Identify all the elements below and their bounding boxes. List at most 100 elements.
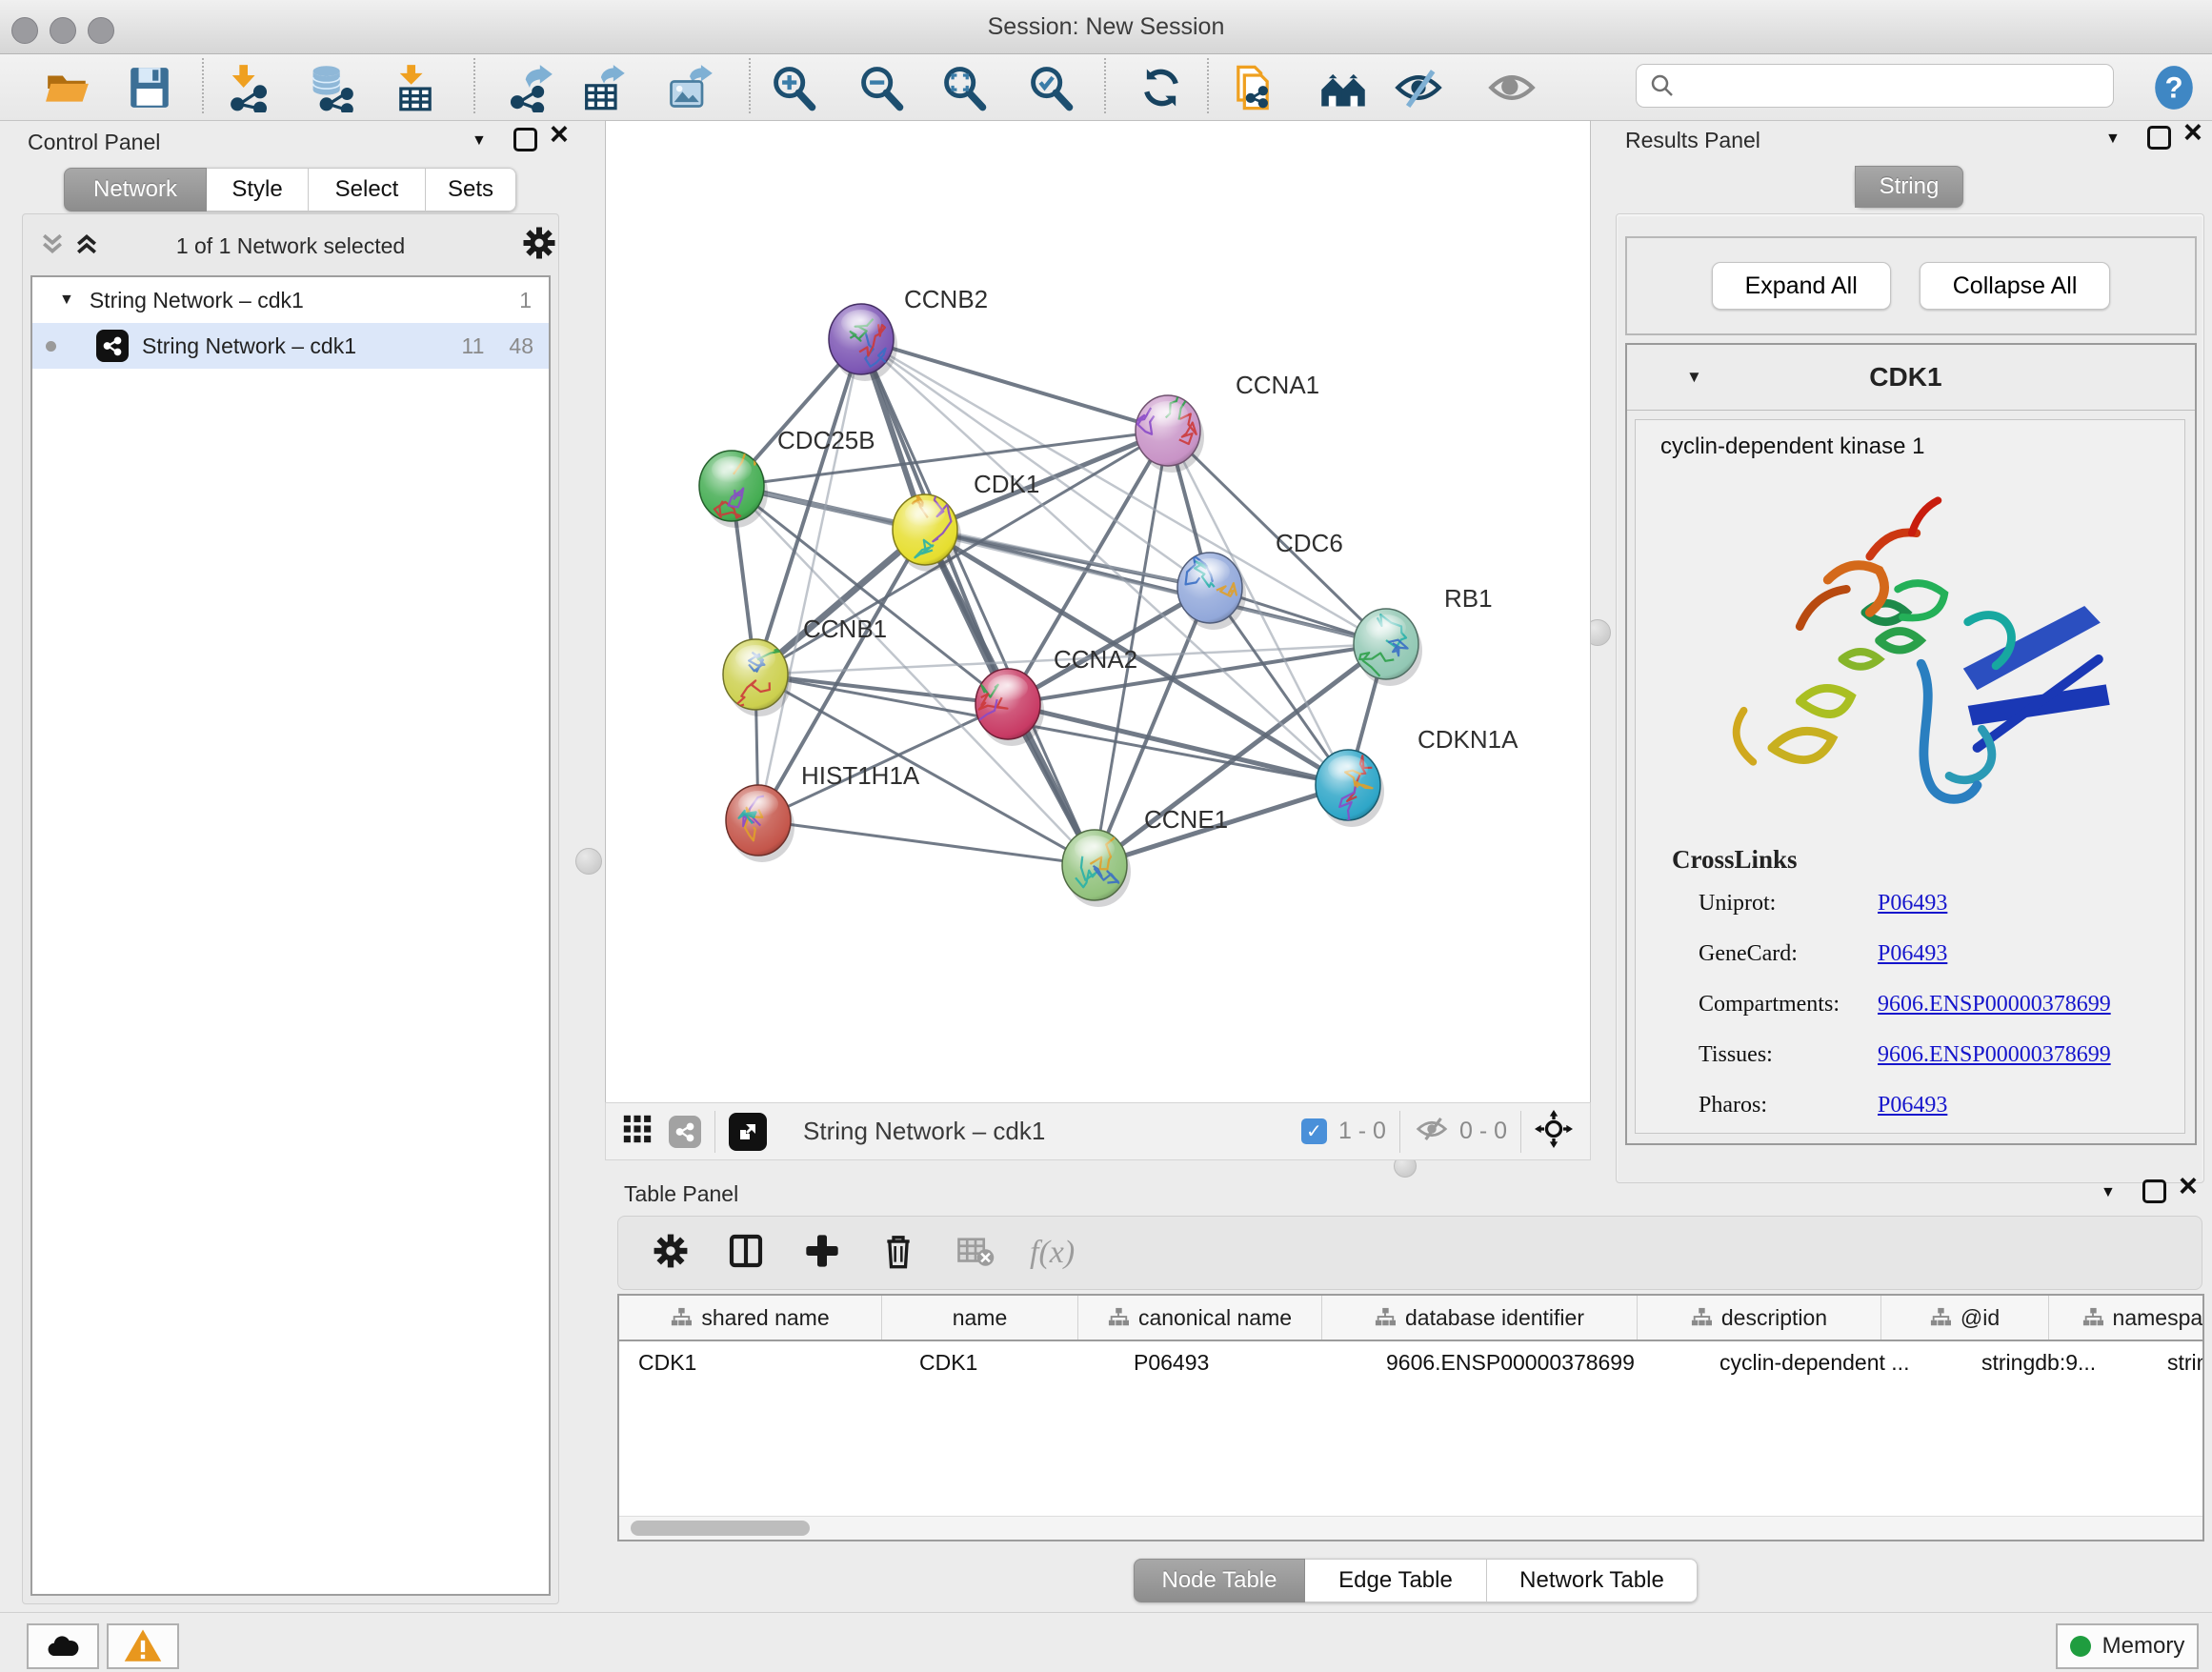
delete-column-trash-icon[interactable] <box>879 1232 917 1275</box>
protein-node-CCNA1: CCNA1 <box>1135 371 1319 473</box>
node-table[interactable]: shared name name canonical name database… <box>617 1294 2204 1541</box>
table-options-gear-icon[interactable] <box>653 1233 689 1274</box>
column-tree-icon <box>1930 1307 1951 1328</box>
warning-icon <box>123 1626 163 1666</box>
tab-style[interactable]: Style <box>207 168 309 212</box>
title-bar: Session: New Session <box>0 0 2212 54</box>
tab-select[interactable]: Select <box>309 168 426 212</box>
import-table-file-icon[interactable] <box>390 62 441 113</box>
column-tree-icon <box>671 1307 692 1328</box>
network-options-gear-icon[interactable] <box>522 226 556 265</box>
svg-text:CCNB2: CCNB2 <box>904 285 988 313</box>
memory-button[interactable]: Memory <box>2056 1623 2199 1669</box>
column-tree-icon <box>2082 1307 2103 1328</box>
tab-sets[interactable]: Sets <box>426 168 516 212</box>
selected-checkbox-icon[interactable]: ✓ <box>1301 1118 1327 1144</box>
network-collection-row[interactable]: ▼ String Network – cdk1 1 <box>32 277 549 323</box>
tab-node-table[interactable]: Node Table <box>1134 1559 1305 1602</box>
control-panel-float-icon[interactable] <box>513 128 537 151</box>
control-panel-close-icon[interactable]: × <box>550 124 569 145</box>
zoom-fit-icon[interactable] <box>938 62 990 113</box>
export-network-icon[interactable] <box>504 62 555 113</box>
svg-text:CCNB1: CCNB1 <box>803 614 887 643</box>
column-header[interactable]: namespace <box>2049 1296 2204 1340</box>
crosslink-link[interactable]: 9606.ENSP00000378699 <box>1878 1042 2111 1068</box>
node-result-header[interactable]: ▼ CDK1 <box>1627 345 2195 411</box>
section-collapse-icon[interactable]: ▼ <box>1686 368 1702 387</box>
toolbar-separator <box>202 58 204 113</box>
string-network-graph[interactable]: CCNB2CCNA1CDC25BCDK1CDC6RB1CCNB1CCNA2CDK… <box>606 121 1590 1103</box>
crosslink-link[interactable]: P06493 <box>1878 941 1947 967</box>
node-position-crosshair-icon[interactable] <box>1535 1110 1573 1153</box>
table-panel-menu-icon[interactable]: ▼ <box>2101 1185 2116 1200</box>
column-tree-icon <box>1691 1307 1712 1328</box>
table-panel-close-icon[interactable]: × <box>2179 1176 2198 1197</box>
grid-view-icon[interactable] <box>621 1113 654 1150</box>
table-panel-float-icon[interactable] <box>2142 1179 2166 1203</box>
crosslink-link[interactable]: P06493 <box>1878 1093 1947 1118</box>
window-title: Session: New Session <box>0 13 2212 41</box>
collapse-all-button[interactable]: Collapse All <box>1920 262 2111 310</box>
results-panel-close-icon[interactable]: × <box>2183 122 2202 143</box>
tab-network-table[interactable]: Network Table <box>1487 1559 1698 1602</box>
tab-network[interactable]: Network <box>64 168 207 212</box>
column-header[interactable]: database identifier <box>1322 1296 1638 1340</box>
zoom-selected-icon[interactable] <box>1025 62 1076 113</box>
zoom-in-icon[interactable] <box>768 62 819 113</box>
warnings-button[interactable] <box>107 1623 179 1669</box>
show-columns-icon[interactable] <box>727 1232 765 1275</box>
table-row[interactable]: CDK1 CDK1 P06493 9606.ENSP00000378699 cy… <box>619 1341 2202 1383</box>
svg-text:CDC25B: CDC25B <box>777 426 875 454</box>
export-table-icon[interactable] <box>577 62 629 113</box>
protein-node-CCNE1: CCNE1 <box>1062 805 1228 907</box>
search-field[interactable] <box>1636 64 2114 108</box>
network-row-selected[interactable]: String Network – cdk1 11 48 <box>32 323 549 369</box>
hide-selected-eye-icon[interactable] <box>1393 62 1444 113</box>
network-canvas[interactable]: CCNB2CCNA1CDC25BCDK1CDC6RB1CCNB1CCNA2CDK… <box>605 120 1591 1104</box>
import-network-database-icon[interactable] <box>305 62 356 113</box>
first-neighbors-icon[interactable] <box>1317 62 1369 113</box>
column-header[interactable]: name <box>882 1296 1078 1340</box>
help-icon[interactable]: ? <box>2148 62 2200 113</box>
scrollbar-thumb[interactable] <box>631 1521 810 1536</box>
search-input[interactable] <box>1682 68 2113 104</box>
tab-string[interactable]: String <box>1855 166 1963 208</box>
svg-text:CDKN1A: CDKN1A <box>1418 725 1518 754</box>
zoom-out-icon[interactable] <box>855 62 907 113</box>
table-toolbar: f(x) <box>617 1216 2202 1290</box>
collection-expand-icon[interactable]: ▼ <box>59 292 74 309</box>
column-header[interactable]: description <box>1638 1296 1881 1340</box>
open-session-icon[interactable] <box>42 62 93 113</box>
hidden-eye-icon[interactable] <box>1414 1111 1450 1152</box>
main-toolbar: ? <box>0 54 2212 121</box>
crosslink-label: Pharos: <box>1699 1093 1767 1118</box>
control-panel-menu-icon[interactable]: ▼ <box>472 133 487 149</box>
expand-all-button[interactable]: Expand All <box>1712 262 1891 310</box>
cloud-status-button[interactable] <box>27 1623 99 1669</box>
birdseye-view-icon[interactable] <box>729 1113 767 1151</box>
function-builder-icon[interactable]: f(x) <box>1030 1235 1075 1271</box>
table-type-tabs: Node Table Edge Table Network Table <box>1134 1559 1698 1602</box>
column-header[interactable]: canonical name <box>1078 1296 1322 1340</box>
results-panel-title: Results Panel <box>1625 128 1760 153</box>
refresh-icon[interactable] <box>1136 62 1187 113</box>
add-column-plus-icon[interactable] <box>803 1232 841 1275</box>
import-network-file-icon[interactable] <box>222 62 273 113</box>
crosslink-link[interactable]: 9606.ENSP00000378699 <box>1878 992 2111 1017</box>
export-image-icon[interactable] <box>664 62 715 113</box>
network-view-toolbar: String Network – cdk1 ✓ 1 - 0 0 - 0 <box>605 1102 1591 1160</box>
results-panel-menu-icon[interactable]: ▼ <box>2105 131 2121 147</box>
column-header[interactable]: @id <box>1881 1296 2049 1340</box>
results-panel-float-icon[interactable] <box>2147 126 2171 150</box>
show-all-eye-icon[interactable] <box>1486 62 1538 113</box>
left-splitter-handle[interactable] <box>575 848 602 875</box>
results-panel-header: Results Panel ▼ × String <box>1610 120 2207 212</box>
table-horizontal-scrollbar[interactable] <box>619 1516 2202 1540</box>
network-view-type-icon[interactable] <box>669 1116 701 1148</box>
save-session-icon[interactable] <box>124 62 175 113</box>
clone-network-icon[interactable] <box>1227 62 1278 113</box>
crosslink-link[interactable]: P06493 <box>1878 891 1947 917</box>
tab-edge-table[interactable]: Edge Table <box>1305 1559 1487 1602</box>
delete-table-icon[interactable] <box>955 1231 995 1276</box>
column-header[interactable]: shared name <box>619 1296 882 1340</box>
